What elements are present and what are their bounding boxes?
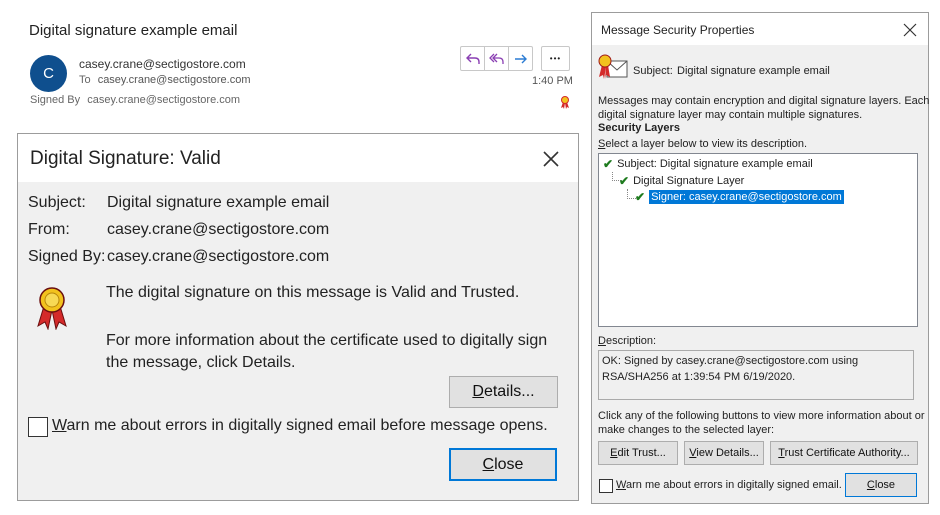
view-details-label: iew Details... [696,447,759,459]
subject-value: Digital signature example email [107,194,330,211]
signature-ribbon-button[interactable] [560,96,570,114]
subject-label: Subject: [28,194,86,211]
close-label: lose [494,455,524,473]
to-label: To [79,74,91,86]
signed-by-label: Signed By: [28,248,106,265]
warn-accel: W [616,479,626,491]
select-layer-hint: Select a layer below to view its descrip… [598,138,807,150]
dialog-titlebar: Digital Signature: Valid [18,134,578,182]
details-info: For more information about the certifica… [106,332,548,371]
select-text: elect a layer below to view its descript… [605,138,808,150]
security-layers-heading: Security Layers [598,122,680,134]
close-icon[interactable] [903,23,917,37]
check-icon: ✔ [603,157,614,171]
tree-item-signature-layer[interactable]: ✔ Digital Signature Layer [619,174,744,188]
more-icon: ••• [549,54,562,63]
description-accel: D [598,335,606,347]
digital-signature-dialog: Digital Signature: Valid Subject: Digita… [17,133,579,501]
message-security-properties-dialog: Message Security Properties Subject: Dig… [591,12,929,504]
check-icon: ✔ [619,174,630,188]
warn-errors-checkbox[interactable] [599,479,613,493]
edit-trust-label: dit Trust... [617,447,666,459]
details-label: etails... [483,383,535,400]
more-actions-button[interactable]: ••• [541,46,570,71]
tree-item-label: Digital Signature Layer [633,175,745,187]
to-address[interactable]: casey.crane@sectigostore.com [98,74,251,86]
security-layers-tree[interactable]: ✔ Subject: Digital signature example ema… [598,153,918,327]
trust-certificate-authority-button[interactable]: Trust Certificate Authority... [770,441,918,465]
close-accel: C [866,479,875,491]
close-button[interactable]: Close [845,473,917,497]
signature-ribbon-icon [37,287,67,331]
tree-item-subject[interactable]: ✔ Subject: Digital signature example ema… [603,157,813,171]
subject-value: Digital signature example email [677,65,830,77]
trust-ca-label: rust Certificate Authority... [784,447,910,459]
dialog-titlebar: Message Security Properties [592,13,928,45]
description-box[interactable]: OK: Signed by casey.crane@sectigostore.c… [598,350,914,400]
sender-address[interactable]: casey.crane@sectigostore.com [79,57,246,71]
signed-by-line: Signed By casey.crane@sectigostore.com [30,94,240,106]
close-button[interactable]: Close [449,448,557,481]
forward-icon [514,54,527,63]
description-label: Description: [598,335,656,347]
details-accel: D [472,383,484,400]
close-label: lose [874,479,896,491]
dialog-title: Message Security Properties [601,23,755,37]
tree-item-label: Subject: Digital signature example email [617,158,813,170]
signed-by-label: Signed By [30,94,81,106]
tree-item-label: Signer: casey.crane@sectigostore.com [648,189,845,205]
warn-text: arn me about errors in digitally signed … [625,479,842,491]
signed-envelope-icon [598,54,628,79]
received-time: 1:40 PM [532,75,573,87]
buttons-intro-line-1: Click any of the following buttons to vi… [598,410,925,422]
tree-item-signer[interactable]: ✔ Signer: casey.crane@sectigostore.com [635,189,845,205]
close-icon[interactable] [540,148,562,170]
buttons-intro-line-2: make changes to the selected layer: [598,424,775,436]
validity-message: The digital signature on this message is… [106,284,520,301]
reply-all-icon [488,53,504,64]
close-accel: C [482,455,495,473]
subject-label: Subject: [633,65,673,77]
reply-button[interactable] [461,47,485,70]
check-icon: ✔ [635,190,646,204]
signature-ribbon-badge [34,286,70,335]
warn-errors-label[interactable]: Warn me about errors in digitally signed… [52,417,548,435]
edit-trust-button[interactable]: Edit Trust... [598,441,678,465]
warn-errors-label[interactable]: Warn me about errors in digitally signed… [616,479,842,491]
from-value: casey.crane@sectigostore.com [107,221,330,238]
edit-trust-accel: E [610,447,618,459]
from-label: From: [28,221,70,238]
reply-all-button[interactable] [485,47,509,70]
signed-by-value: casey.crane@sectigostore.com [107,248,330,265]
intro-line-1: Messages may contain encryption and digi… [598,95,930,107]
description-label-text: escription: [605,335,657,347]
details-button[interactable]: Details... [449,376,558,408]
reply-icon [465,53,480,64]
dialog-title: Digital Signature: Valid [30,148,221,169]
warn-errors-checkbox[interactable] [28,417,48,437]
signature-ribbon-icon [561,96,569,109]
intro-line-2: digital signature layer may contain mult… [598,109,863,121]
view-details-button[interactable]: View Details... [684,441,764,465]
warn-text: arn me about errors in digitally signed … [66,417,548,434]
forward-button[interactable] [509,47,532,70]
message-actions [460,46,533,71]
avatar[interactable]: C [30,55,67,92]
to-line: To casey.crane@sectigostore.com [79,74,251,86]
signed-by-address: casey.crane@sectigostore.com [87,94,241,106]
email-subject: Digital signature example email [29,22,238,39]
warn-accel: W [52,417,67,434]
